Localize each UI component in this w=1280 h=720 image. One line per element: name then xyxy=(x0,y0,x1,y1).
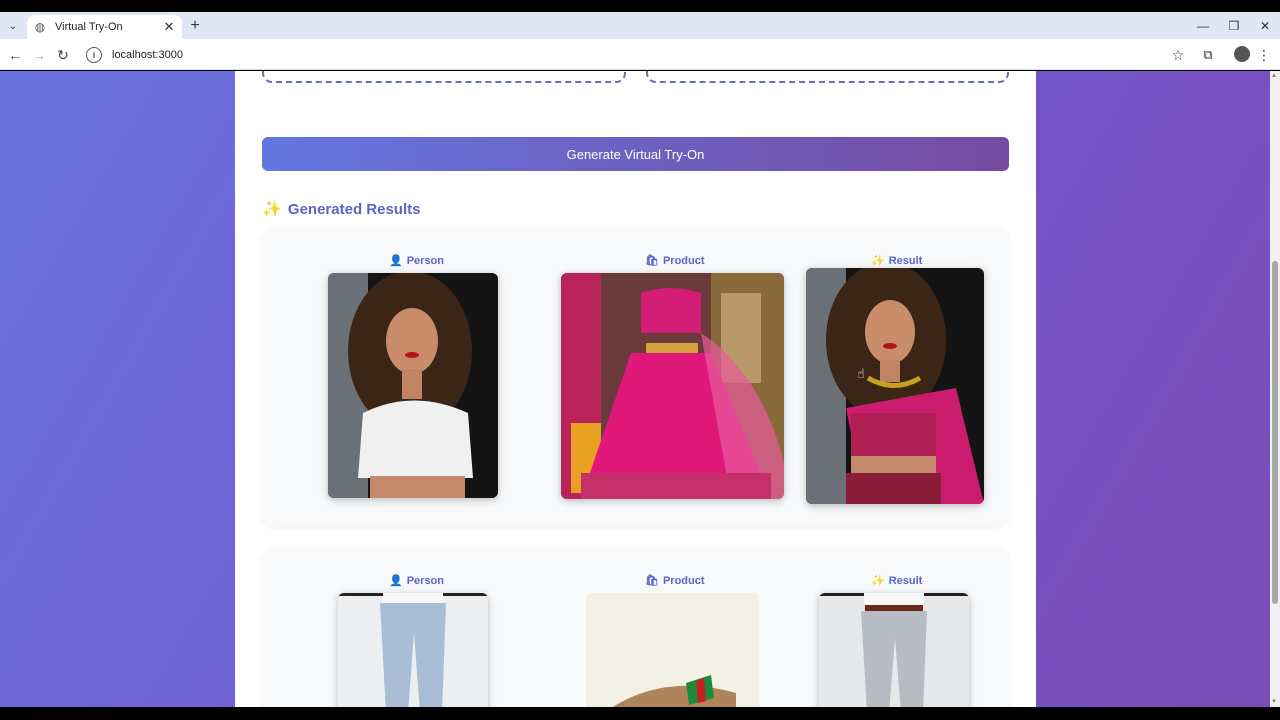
sparkles-icon: ✨ xyxy=(871,255,885,267)
result-image[interactable] xyxy=(819,593,969,707)
person-label: 👤 Person xyxy=(389,254,444,268)
address-bar: ← → ↻ i localhost:3000 ☆ ⧉ ⋮ xyxy=(0,39,1280,70)
generate-button[interactable]: Generate Virtual Try-On xyxy=(262,137,1009,171)
info-icon[interactable]: i xyxy=(86,47,102,63)
reload-icon[interactable]: ↻ xyxy=(53,45,73,65)
product-image[interactable] xyxy=(561,273,784,499)
person-icon: 👤 xyxy=(389,575,403,587)
results-heading: ✨ Generated Results xyxy=(262,199,420,219)
sparkles-icon: ✨ xyxy=(871,575,885,587)
person-image[interactable] xyxy=(338,593,488,707)
result-card: 👤 Person 🛍 Product ✨ Result xyxy=(262,549,1009,707)
star-icon[interactable]: ☆ xyxy=(1168,45,1188,65)
product-upload-area[interactable] xyxy=(646,71,1009,83)
person-icon: 👤 xyxy=(389,255,403,267)
plus-icon[interactable]: + xyxy=(186,17,204,35)
tab-title: Virtual Try-On xyxy=(55,21,123,33)
restore-icon[interactable]: ❐ xyxy=(1219,17,1249,35)
tab-strip: ⌄ ◍ Virtual Try-On ✕ + — ❐ ✕ xyxy=(0,12,1280,39)
result-image[interactable] xyxy=(806,268,984,504)
avatar[interactable] xyxy=(1234,46,1250,62)
result-label: ✨ Result xyxy=(871,574,923,588)
close-icon[interactable]: ✕ xyxy=(162,19,176,35)
person-label: 👤 Person xyxy=(389,574,444,588)
shopping-bag-icon: 🛍 xyxy=(645,255,659,267)
shopping-bag-icon: 🛍 xyxy=(645,575,659,587)
top-edge xyxy=(0,0,1280,12)
scroll-up-arrow-icon[interactable]: ▲ xyxy=(1271,73,1277,79)
url-text[interactable]: localhost:3000 xyxy=(112,49,183,61)
screen: ⌄ ◍ Virtual Try-On ✕ + — ❐ ✕ ← → ↻ i loc… xyxy=(0,0,1280,720)
puzzle-icon[interactable]: ⧉ xyxy=(1198,45,1218,65)
close-window-icon[interactable]: ✕ xyxy=(1250,17,1280,35)
sparkles-icon: ✨ xyxy=(262,201,282,218)
result-card: 👤 Person 🛍 Product ✨ Result xyxy=(262,229,1009,525)
scroll-thumb[interactable] xyxy=(1272,261,1278,604)
main-card: Generate Virtual Try-On ✨ Generated Resu… xyxy=(235,71,1036,707)
hand-cursor-icon: ☝ xyxy=(857,366,865,381)
page-viewport: Generate Virtual Try-On ✨ Generated Resu… xyxy=(0,71,1270,707)
chevron-down-icon[interactable]: ⌄ xyxy=(4,17,22,35)
result-label: ✨ Result xyxy=(871,254,923,268)
product-image[interactable] xyxy=(586,593,759,707)
person-image[interactable] xyxy=(328,273,498,498)
product-label: 🛍 Product xyxy=(645,574,705,588)
person-upload-area[interactable] xyxy=(262,71,626,83)
tab-virtual-try-on[interactable]: ◍ Virtual Try-On ✕ xyxy=(27,15,182,39)
back-arrow-icon[interactable]: ← xyxy=(5,45,25,65)
product-label: 🛍 Product xyxy=(645,254,705,268)
forward-arrow-icon[interactable]: → xyxy=(29,45,49,65)
scroll-down-arrow-icon[interactable]: ▼ xyxy=(1271,699,1277,705)
bottom-edge xyxy=(0,707,1280,720)
scrollbar[interactable]: ▲ ▼ xyxy=(1270,71,1280,707)
minimize-icon[interactable]: — xyxy=(1188,17,1218,35)
omnibox[interactable]: i localhost:3000 xyxy=(78,43,1190,67)
globe-icon: ◍ xyxy=(34,20,46,34)
kebab-menu-icon[interactable]: ⋮ xyxy=(1254,45,1274,65)
results-title: Generated Results xyxy=(287,200,421,218)
